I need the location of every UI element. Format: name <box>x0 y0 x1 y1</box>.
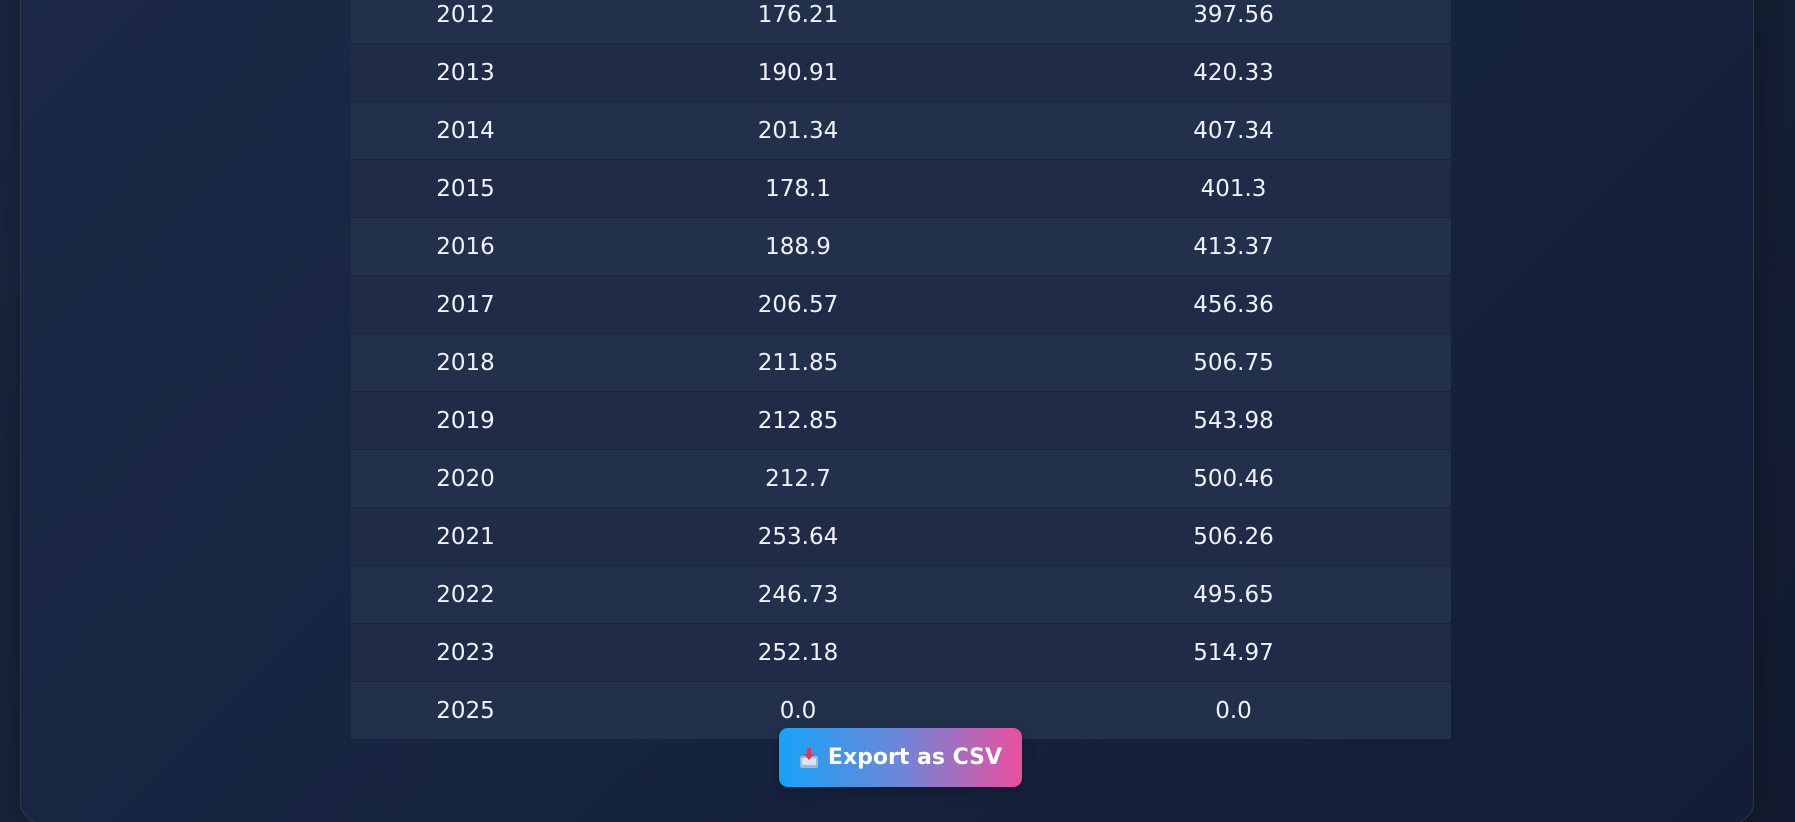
data-table: 2012 176.21 397.56 2013 190.91 420.33 2014 201.… <box>351 0 1451 739</box>
table-row: 2022 246.73 495.65 <box>351 565 1451 624</box>
table-cell: 2015 <box>351 159 580 218</box>
table-cell: 514.97 <box>1016 623 1451 682</box>
data-table-container: 2012 176.21 397.56 2013 190.91 420.33 2014 201.… <box>351 0 1451 739</box>
table-cell: 456.36 <box>1016 275 1451 334</box>
table-cell: 2020 <box>351 449 580 508</box>
table-row: 2017 206.57 456.36 <box>351 275 1451 334</box>
table-cell: 2013 <box>351 43 580 102</box>
table-cell: 543.98 <box>1016 391 1451 450</box>
table-row: 2015 178.1 401.3 <box>351 159 1451 218</box>
table-cell: 212.85 <box>580 391 1016 450</box>
table-cell: 2014 <box>351 101 580 160</box>
table-cell: 420.33 <box>1016 43 1451 102</box>
table-row: 2023 252.18 514.97 <box>351 623 1451 682</box>
table-cell: 246.73 <box>580 565 1016 624</box>
table-row: 2013 190.91 420.33 <box>351 43 1451 102</box>
table-row: 2019 212.85 543.98 <box>351 391 1451 450</box>
table-cell: 252.18 <box>580 623 1016 682</box>
table-cell: 2023 <box>351 623 580 682</box>
table-row: 2020 212.7 500.46 <box>351 449 1451 508</box>
table-cell: 506.75 <box>1016 333 1451 392</box>
table-cell: 212.7 <box>580 449 1016 508</box>
table-cell: 2022 <box>351 565 580 624</box>
export-csv-button[interactable]: Export as CSV <box>779 728 1022 787</box>
table-cell: 253.64 <box>580 507 1016 566</box>
table-cell: 413.37 <box>1016 217 1451 276</box>
table-cell: 2019 <box>351 391 580 450</box>
table-cell: 190.91 <box>580 43 1016 102</box>
table-cell: 2018 <box>351 333 580 392</box>
table-cell: 0.0 <box>1016 681 1451 739</box>
export-csv-label: Export as CSV <box>827 745 1003 770</box>
table-cell: 407.34 <box>1016 101 1451 160</box>
table-row: 2012 176.21 397.56 <box>351 0 1451 44</box>
table-row: 2018 211.85 506.75 <box>351 333 1451 392</box>
table-cell: 495.65 <box>1016 565 1451 624</box>
table-row: 2021 253.64 506.26 <box>351 507 1451 566</box>
table-cell: 201.34 <box>580 101 1016 160</box>
table-cell: 2017 <box>351 275 580 334</box>
data-table-body: 2012 176.21 397.56 2013 190.91 420.33 2014 201.… <box>351 0 1451 739</box>
table-cell: 401.3 <box>1016 159 1451 218</box>
table-cell: 2025 <box>351 681 580 739</box>
table-cell: 178.1 <box>580 159 1016 218</box>
page-background: 2012 176.21 397.56 2013 190.91 420.33 2014 201.… <box>0 0 1795 822</box>
table-row: 2016 188.9 413.37 <box>351 217 1451 276</box>
table-cell: 2016 <box>351 217 580 276</box>
table-cell: 188.9 <box>580 217 1016 276</box>
table-cell: 2021 <box>351 507 580 566</box>
table-cell: 500.46 <box>1016 449 1451 508</box>
table-cell: 211.85 <box>580 333 1016 392</box>
inbox-tray-icon <box>799 747 819 769</box>
table-cell: 176.21 <box>580 0 1016 44</box>
table-cell: 506.26 <box>1016 507 1451 566</box>
table-row: 2014 201.34 407.34 <box>351 101 1451 160</box>
table-cell: 206.57 <box>580 275 1016 334</box>
table-cell: 2012 <box>351 0 580 44</box>
table-cell: 397.56 <box>1016 0 1451 44</box>
